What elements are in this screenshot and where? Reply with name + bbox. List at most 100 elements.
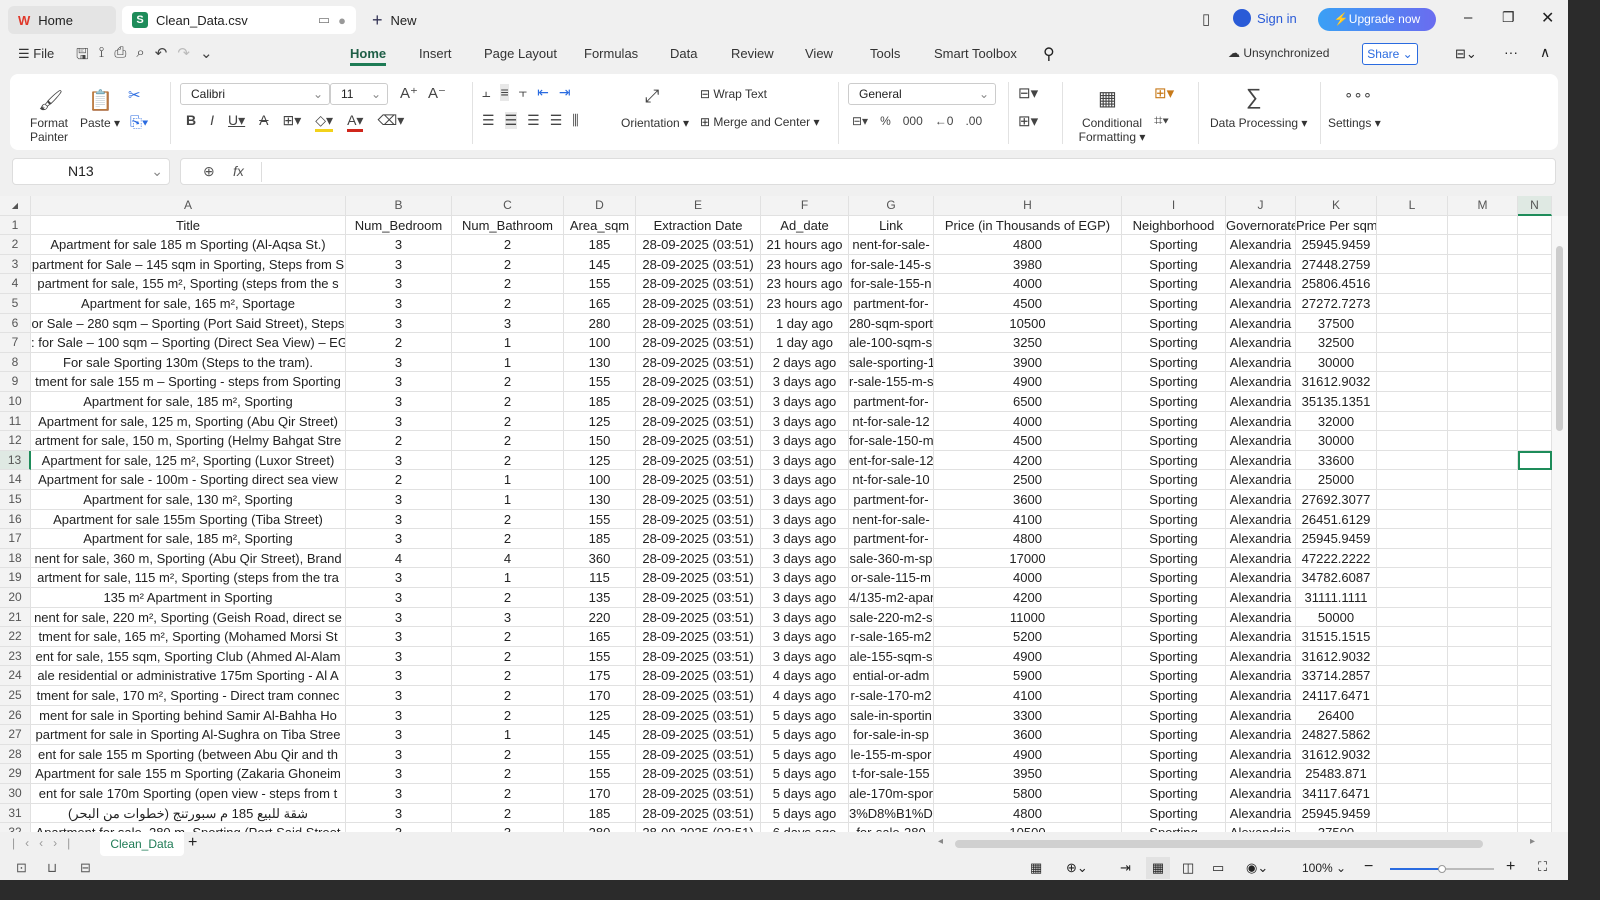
- table-cell[interactable]: 34117.6471: [1296, 784, 1377, 804]
- table-cell[interactable]: 23 hours ago: [761, 274, 849, 294]
- align-bottom-icon[interactable]: ⫟: [519, 84, 527, 101]
- table-cell[interactable]: 3: [452, 823, 564, 832]
- table-cell[interactable]: 2: [452, 372, 564, 392]
- table-cell[interactable]: 3 days ago: [761, 529, 849, 549]
- table-cell[interactable]: Alexandria: [1226, 372, 1296, 392]
- align-center-icon[interactable]: ☰: [504, 112, 518, 129]
- table-cell[interactable]: 2: [346, 333, 452, 353]
- scroll-left-icon[interactable]: ◂: [938, 836, 943, 847]
- table-cell[interactable]: 28-09-2025 (03:51): [636, 607, 761, 628]
- table-cell[interactable]: [1448, 588, 1518, 608]
- table-cell[interactable]: 28-09-2025 (03:51): [636, 646, 761, 667]
- merge-center-button[interactable]: ⊞ Merge and Center ▾: [700, 115, 819, 129]
- table-cell[interactable]: Alexandria: [1226, 686, 1296, 706]
- tab-review[interactable]: Review: [731, 46, 774, 61]
- row-header[interactable]: 4: [0, 274, 31, 294]
- table-cell[interactable]: 3 days ago: [761, 392, 849, 412]
- row-header[interactable]: 1: [0, 215, 31, 236]
- table-cell[interactable]: 37500: [1296, 313, 1377, 334]
- outdent-icon[interactable]: ⇤: [537, 84, 549, 101]
- table-cell[interactable]: 2: [452, 274, 564, 294]
- percent-icon[interactable]: %: [880, 114, 891, 128]
- column-header-h[interactable]: H: [934, 196, 1122, 216]
- table-cell[interactable]: [1518, 274, 1552, 294]
- table-cell[interactable]: 4000: [934, 274, 1122, 294]
- table-cell[interactable]: 185: [564, 392, 636, 412]
- table-cell[interactable]: [1448, 372, 1518, 392]
- table-cell[interactable]: 4500: [934, 294, 1122, 314]
- table-cell[interactable]: Alexandria: [1226, 646, 1296, 667]
- orientation-button[interactable]: Orientation ▾: [621, 116, 689, 130]
- table-cell[interactable]: 4 days ago: [761, 666, 849, 686]
- table-cell[interactable]: 3 days ago: [761, 372, 849, 392]
- table-cell[interactable]: [1377, 450, 1448, 471]
- table-cell[interactable]: 25945.9459: [1296, 803, 1377, 824]
- table-cell[interactable]: 3: [346, 588, 452, 608]
- table-cell[interactable]: 5 days ago: [761, 725, 849, 745]
- reading-icon[interactable]: ⇥: [1120, 860, 1131, 876]
- table-cell[interactable]: 2: [452, 627, 564, 647]
- table-cell[interactable]: 135: [564, 588, 636, 608]
- table-cell[interactable]: 25806.4516: [1296, 274, 1377, 294]
- table-cell[interactable]: [1377, 254, 1448, 275]
- table-cell[interactable]: 3: [346, 372, 452, 392]
- table-cell[interactable]: partment for sale in Sporting Al-Sughra …: [31, 725, 346, 745]
- table-cell[interactable]: 28-09-2025 (03:51): [636, 470, 761, 490]
- table-cell[interactable]: sale-360-m-sp: [849, 548, 934, 569]
- table-cell[interactable]: Sporting: [1122, 686, 1226, 706]
- normal-view-icon[interactable]: ▦: [1146, 857, 1170, 879]
- table-cell[interactable]: Sporting: [1122, 803, 1226, 824]
- table-cell[interactable]: 27448.2759: [1296, 254, 1377, 275]
- table-cell[interactable]: for-sale-280: [849, 823, 934, 832]
- header-cell[interactable]: Link: [849, 215, 934, 236]
- table-cell[interactable]: [1448, 607, 1518, 628]
- vertical-scroll-thumb[interactable]: [1556, 246, 1563, 431]
- row-header[interactable]: 6: [0, 313, 31, 334]
- table-cell[interactable]: [1518, 411, 1552, 432]
- increase-font-icon[interactable]: A⁺: [400, 84, 418, 102]
- chevron-down-icon[interactable]: ⌄: [200, 44, 213, 69]
- table-cell[interactable]: [1518, 784, 1552, 804]
- table-cell[interactable]: 10500: [934, 823, 1122, 832]
- table-cell[interactable]: 31612.9032: [1296, 744, 1377, 765]
- table-cell[interactable]: 3250: [934, 333, 1122, 353]
- eraser-icon[interactable]: ⌫▾: [377, 112, 404, 132]
- column-header-l[interactable]: L: [1377, 196, 1448, 216]
- wrap-text-button[interactable]: ⊟ Wrap Text: [700, 87, 767, 101]
- tab-smart-toolbox[interactable]: Smart Toolbox: [934, 46, 1017, 61]
- table-cell[interactable]: ale-155-sqm-s: [849, 646, 934, 667]
- column-header-n[interactable]: N: [1518, 196, 1552, 216]
- table-cell[interactable]: 3 days ago: [761, 470, 849, 490]
- redo-icon[interactable]: ↷: [177, 44, 190, 69]
- table-cell[interactable]: Alexandria: [1226, 784, 1296, 804]
- table-cell[interactable]: 2: [346, 431, 452, 451]
- table-cell[interactable]: 3: [346, 744, 452, 765]
- header-cell[interactable]: [1448, 215, 1518, 236]
- row-header[interactable]: 10: [0, 392, 31, 412]
- table-cell[interactable]: [1448, 333, 1518, 353]
- header-cell[interactable]: [1518, 215, 1552, 236]
- table-cell[interactable]: Sporting: [1122, 705, 1226, 726]
- column-header-f[interactable]: F: [761, 196, 849, 216]
- table-cell[interactable]: [1448, 352, 1518, 373]
- table-cell[interactable]: Sporting: [1122, 392, 1226, 412]
- zoom-in-icon[interactable]: +: [1506, 858, 1515, 876]
- table-cell[interactable]: 3: [346, 490, 452, 510]
- table-cell[interactable]: Sporting: [1122, 744, 1226, 765]
- table-cell[interactable]: [1377, 274, 1448, 294]
- table-cell[interactable]: Sporting: [1122, 646, 1226, 667]
- table-cell[interactable]: 150: [564, 431, 636, 451]
- row-header[interactable]: 18: [0, 548, 31, 569]
- table-cell[interactable]: 4: [452, 548, 564, 569]
- table-cell[interactable]: 3: [346, 666, 452, 686]
- table-cell[interactable]: 3: [452, 313, 564, 334]
- zoom-select[interactable]: 100% ⌄: [1302, 861, 1346, 875]
- table-cell[interactable]: nent for sale, 220 m², Sporting (Geish R…: [31, 607, 346, 628]
- table-cell[interactable]: Apartment for sale, 280 m, Sporting (Por…: [31, 823, 346, 832]
- row-header[interactable]: 20: [0, 588, 31, 608]
- header-cell[interactable]: Price (in Thousands of EGP): [934, 215, 1122, 236]
- table-cell[interactable]: ment for sale in Sporting behind Samir A…: [31, 705, 346, 726]
- table-cell[interactable]: Apartment for sale, 165 m², Sportage: [31, 294, 346, 314]
- table-cell[interactable]: 28-09-2025 (03:51): [636, 372, 761, 392]
- table-cell[interactable]: [1448, 686, 1518, 706]
